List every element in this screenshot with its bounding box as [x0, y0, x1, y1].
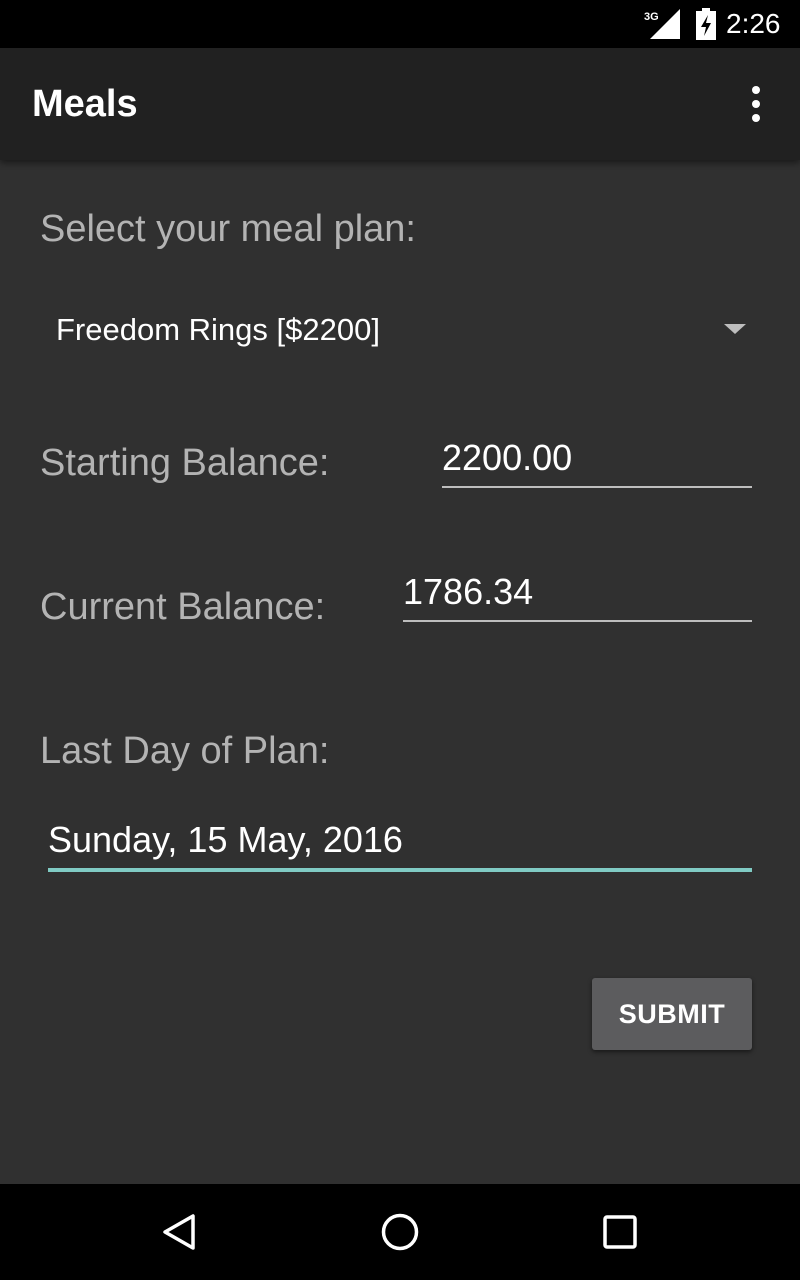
back-button[interactable]: [148, 1202, 212, 1262]
menu-dot: [752, 100, 760, 108]
battery-icon: [696, 8, 716, 40]
dropdown-arrow-icon: [724, 324, 746, 334]
last-day-label: Last Day of Plan:: [40, 730, 330, 772]
starting-balance-field[interactable]: 2200.00: [442, 430, 752, 488]
meal-plan-label: Select your meal plan:: [40, 208, 416, 250]
overflow-menu-icon[interactable]: [732, 76, 780, 132]
network-type-label: 3G: [644, 11, 659, 23]
current-balance-label: Current Balance:: [40, 586, 326, 628]
last-day-value: Sunday, 15 May, 2016: [48, 819, 403, 860]
starting-balance-value: 2200.00: [442, 437, 573, 478]
recents-button[interactable]: [588, 1202, 652, 1262]
last-day-field[interactable]: Sunday, 15 May, 2016: [48, 810, 752, 872]
home-button[interactable]: [368, 1202, 432, 1262]
starting-balance-label: Starting Balance:: [40, 442, 330, 484]
current-balance-field[interactable]: 1786.34: [403, 564, 752, 622]
recents-icon: [603, 1215, 637, 1249]
back-icon: [163, 1214, 195, 1250]
meal-plan-dropdown[interactable]: Freedom Rings [$2200]: [40, 296, 756, 364]
app-bar: Meals: [0, 48, 800, 160]
meal-plan-selected: Freedom Rings [$2200]: [56, 312, 380, 347]
menu-dot: [752, 86, 760, 94]
status-bar: 3G 2:26: [0, 0, 800, 48]
current-balance-value: 1786.34: [403, 571, 534, 612]
app-title: Meals: [32, 83, 138, 125]
signal-icon: 3G: [644, 9, 680, 39]
screen: 3G 2:26 Meals Select your meal plan: Fre…: [0, 0, 800, 1280]
menu-dot: [752, 114, 760, 122]
navigation-bar: [0, 1184, 800, 1280]
submit-button[interactable]: SUBMIT: [592, 978, 752, 1050]
home-icon: [381, 1213, 419, 1251]
status-time: 2:26: [726, 8, 781, 39]
